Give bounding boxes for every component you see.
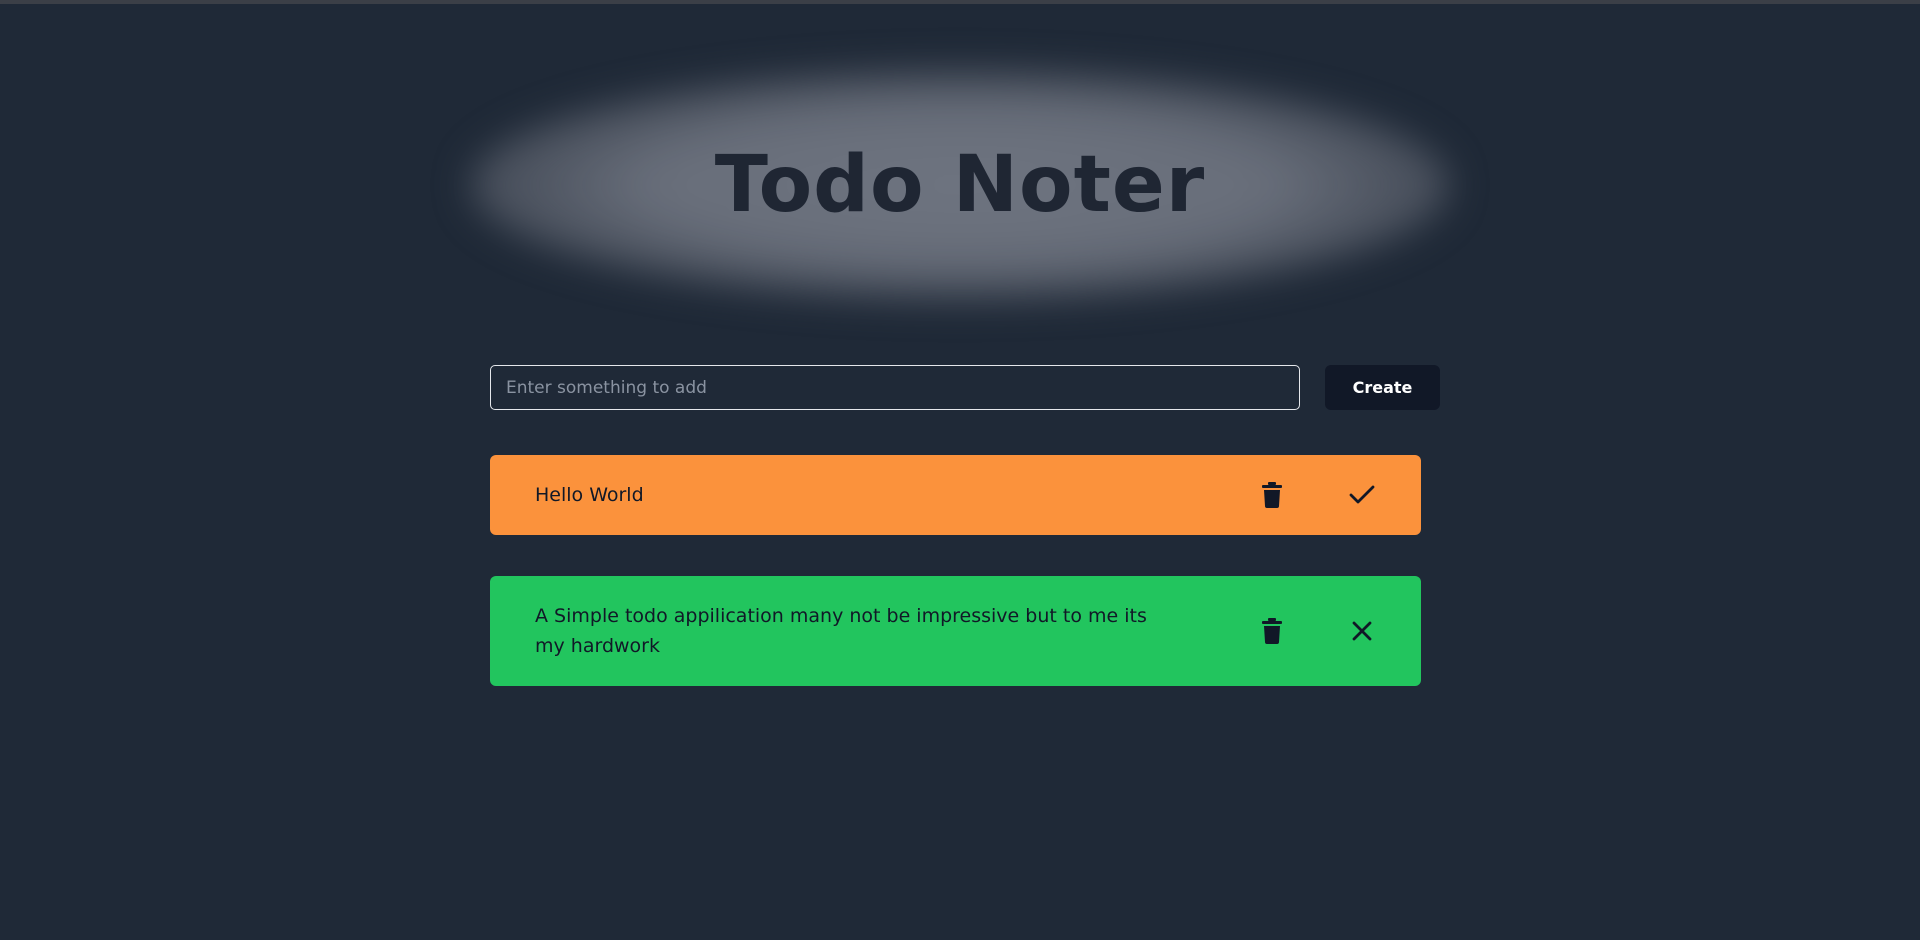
todo-list: Hello World A Simple todo appilication m…: [490, 455, 1421, 727]
app-title: Todo Noter: [714, 140, 1206, 230]
todo-text: A Simple todo appilication many not be i…: [535, 605, 1147, 657]
trash-icon: [1262, 482, 1282, 508]
add-todo-form: Create: [490, 365, 1440, 410]
app-header: Todo Noter: [470, 70, 1450, 300]
todo-input[interactable]: [490, 365, 1300, 410]
create-button[interactable]: Create: [1325, 365, 1440, 410]
todo-text: Hello World: [535, 484, 644, 506]
complete-button[interactable]: [1344, 477, 1380, 513]
undo-button[interactable]: [1344, 613, 1380, 649]
todo-item: Hello World: [490, 455, 1421, 535]
delete-button[interactable]: [1254, 613, 1290, 649]
trash-icon: [1262, 618, 1282, 644]
window-top-edge: [0, 0, 1920, 4]
todo-item: A Simple todo appilication many not be i…: [490, 576, 1421, 686]
close-icon: [1352, 621, 1372, 641]
check-icon: [1349, 485, 1375, 504]
delete-button[interactable]: [1254, 477, 1290, 513]
